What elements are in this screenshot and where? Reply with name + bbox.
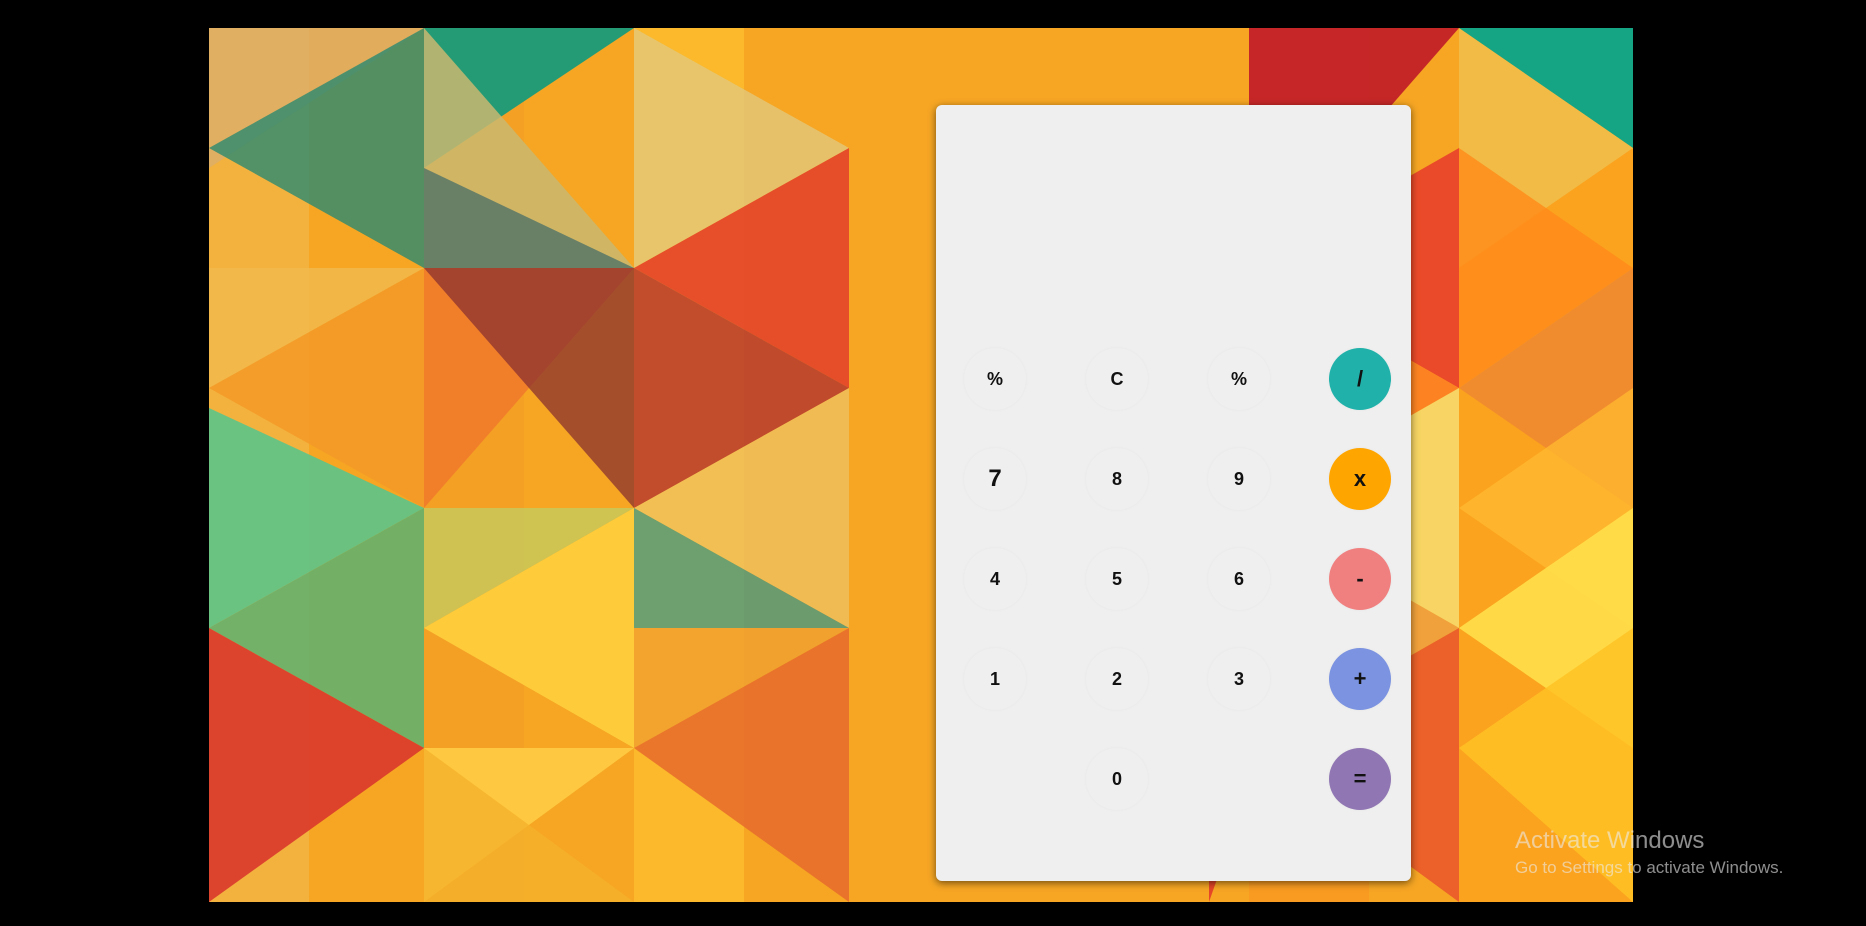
percent-left-button[interactable]: % (964, 348, 1026, 410)
eight-button[interactable]: 8 (1086, 448, 1148, 510)
six-button[interactable]: 6 (1208, 548, 1270, 610)
wallpaper: % C % / 7 8 9 x 4 5 6 - 1 2 3 + 0 = (209, 28, 1633, 902)
geometric-background (209, 28, 1633, 902)
four-button[interactable]: 4 (964, 548, 1026, 610)
multiply-button[interactable]: x (1329, 448, 1391, 510)
watermark-title: Activate Windows (1515, 827, 1705, 854)
divide-button[interactable]: / (1329, 348, 1391, 410)
add-button[interactable]: + (1329, 648, 1391, 710)
five-button[interactable]: 5 (1086, 548, 1148, 610)
percent-button[interactable]: % (1208, 348, 1270, 410)
calculator-panel: % C % / 7 8 9 x 4 5 6 - 1 2 3 + 0 = (936, 105, 1411, 881)
clear-button[interactable]: C (1086, 348, 1148, 410)
equals-button[interactable]: = (1329, 748, 1391, 810)
subtract-button[interactable]: - (1329, 548, 1391, 610)
three-button[interactable]: 3 (1208, 648, 1270, 710)
seven-button[interactable]: 7 (964, 448, 1026, 510)
two-button[interactable]: 2 (1086, 648, 1148, 710)
activate-windows-watermark: Activate Windows Go to Settings to activ… (1515, 826, 1783, 880)
zero-button[interactable]: 0 (1086, 748, 1148, 810)
nine-button[interactable]: 9 (1208, 448, 1270, 510)
calculator-display (936, 105, 1411, 345)
one-button[interactable]: 1 (964, 648, 1026, 710)
watermark-subtitle: Go to Settings to activate Windows. (1515, 858, 1784, 877)
